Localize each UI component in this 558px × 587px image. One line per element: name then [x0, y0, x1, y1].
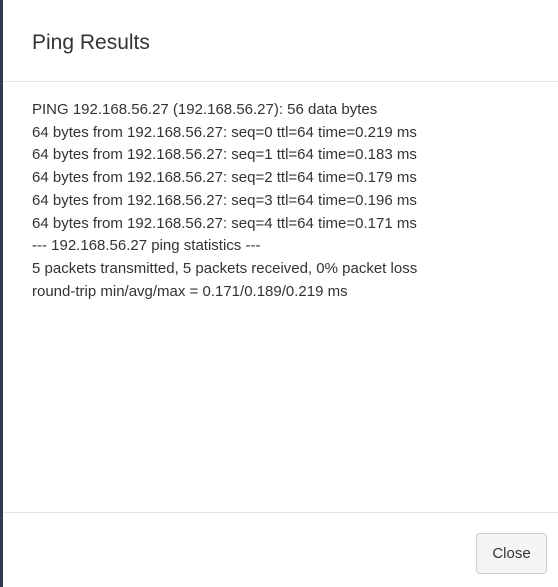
ping-results-dialog: Ping Results PING 192.168.56.27 (192.168…	[0, 0, 558, 587]
dialog-title: Ping Results	[32, 31, 150, 54]
round-trip-line: round-trip min/avg/max = 0.171/0.189/0.2…	[32, 282, 348, 300]
ping-reply-line: 64 bytes from 192.168.56.27: seq=4 ttl=6…	[32, 214, 417, 232]
close-button[interactable]: Close	[476, 533, 547, 574]
ping-reply-line: 64 bytes from 192.168.56.27: seq=1 ttl=6…	[32, 146, 417, 164]
ping-reply-line: 64 bytes from 192.168.56.27: seq=0 ttl=6…	[32, 123, 417, 141]
dialog-footer: Close	[3, 513, 558, 586]
ping-reply-line: 64 bytes from 192.168.56.27: seq=3 ttl=6…	[32, 191, 417, 209]
dialog-header: Ping Results	[3, 0, 558, 82]
packet-summary-line: 5 packets transmitted, 5 packets receive…	[32, 259, 418, 277]
ping-statistics-header: --- 192.168.56.27 ping statistics ---	[32, 237, 261, 255]
ping-header-line: PING 192.168.56.27 (192.168.56.27): 56 d…	[32, 101, 378, 118]
ping-reply-line: 64 bytes from 192.168.56.27: seq=2 ttl=6…	[32, 169, 417, 187]
ping-output: PING 192.168.56.27 (192.168.56.27): 56 d…	[3, 82, 558, 513]
